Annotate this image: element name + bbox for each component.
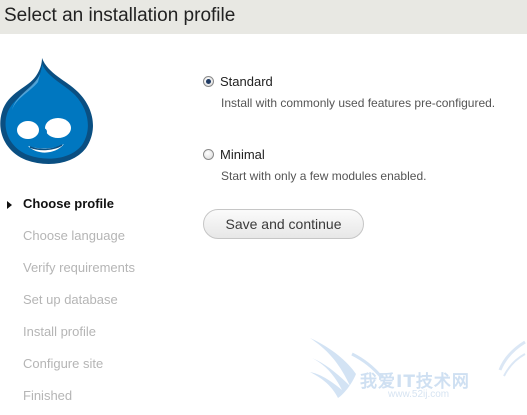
drupal-logo-icon xyxy=(0,58,93,164)
minimal-radio[interactable] xyxy=(203,149,214,160)
step-finished: Finished xyxy=(23,388,73,403)
step-choose-profile: Choose profile xyxy=(7,195,115,213)
minimal-description: Start with only a few modules enabled. xyxy=(221,169,427,183)
page-title: Select an installation profile xyxy=(4,5,236,26)
step-set-up-database: Set up database xyxy=(23,292,118,307)
minimal-label[interactable]: Minimal xyxy=(220,146,265,163)
step-choose-language: Choose language xyxy=(23,228,125,243)
watermark-url: www.52ij.com xyxy=(388,389,450,400)
page-header: Select an installation profile xyxy=(0,0,527,34)
save-and-continue-button[interactable]: Save and continue xyxy=(203,209,364,239)
step-install-profile: Install profile xyxy=(23,324,96,339)
step-verify-requirements: Verify requirements xyxy=(23,260,135,275)
standard-radio[interactable] xyxy=(203,76,214,87)
current-step-arrow-icon xyxy=(7,201,12,209)
site-watermark: 我爱IT技术网 www.52ij.com xyxy=(308,334,527,410)
step-label: Choose profile xyxy=(23,196,115,211)
step-configure-site: Configure site xyxy=(23,356,104,371)
standard-label[interactable]: Standard xyxy=(220,73,273,90)
standard-description: Install with commonly used features pre-… xyxy=(221,96,496,110)
